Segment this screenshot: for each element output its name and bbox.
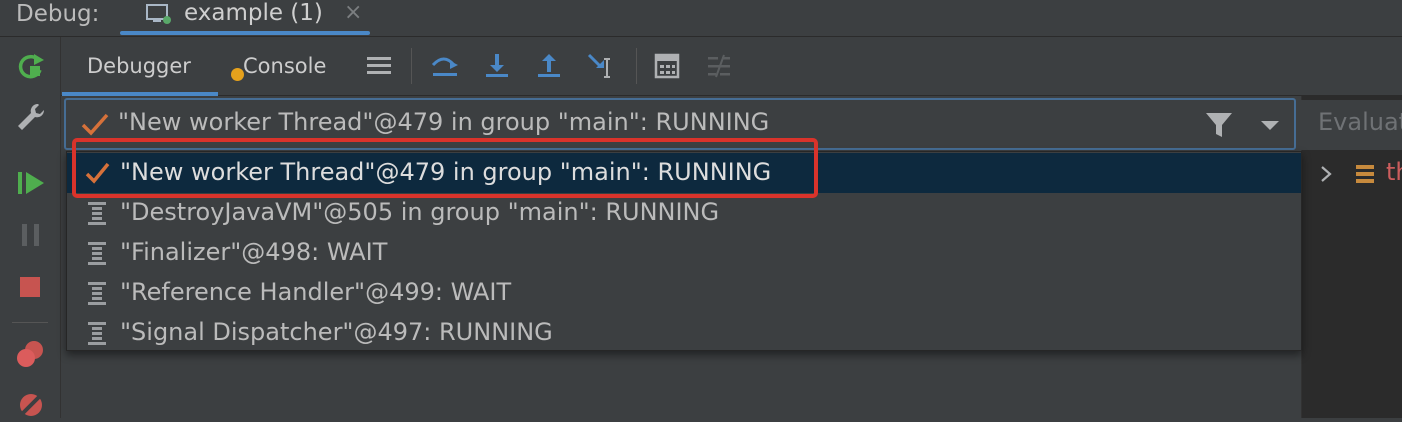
chevron-down-icon[interactable] <box>1258 114 1282 136</box>
layout-menu-icon[interactable] <box>364 51 394 81</box>
chevron-right-icon[interactable] <box>1316 162 1336 186</box>
thread-icon <box>88 322 106 345</box>
rail-separator <box>12 322 48 323</box>
trace-current-stream-chain-icon <box>708 54 730 78</box>
step-out-icon[interactable] <box>534 51 564 81</box>
variable-name: th <box>1386 158 1402 186</box>
variable-stack-icon <box>1356 165 1374 183</box>
thread-icon <box>88 282 106 305</box>
tool-window-title: Debug: <box>16 1 100 27</box>
run-session-tab-label: example (1) <box>184 0 323 26</box>
toolbar-separator <box>636 48 637 84</box>
show-execution-point-icon[interactable] <box>430 51 460 81</box>
thread-option-label: "DestroyJavaVM"@505 in group "main": RUN… <box>120 198 720 226</box>
thread-option-label: "Finalizer"@498: WAIT <box>120 238 388 266</box>
evaluate-placeholder: Evaluate <box>1318 108 1402 136</box>
thread-icon <box>88 202 106 225</box>
thread-option-label: "Reference Handler"@499: WAIT <box>120 278 512 306</box>
rerun-icon[interactable] <box>14 50 48 84</box>
resume-program-icon[interactable] <box>14 166 48 200</box>
step-into-icon[interactable] <box>482 51 512 81</box>
filter-icon[interactable] <box>1204 110 1234 140</box>
checkmark-icon <box>81 113 109 136</box>
wrench-icon[interactable] <box>14 100 48 134</box>
application-icon <box>146 4 171 24</box>
thread-icon <box>88 242 106 265</box>
active-tab-indicator <box>120 31 370 35</box>
tab-console[interactable]: Console <box>243 54 326 78</box>
thread-option-label: "Signal Dispatcher"@497: RUNNING <box>120 318 553 346</box>
pause-program-icon[interactable] <box>14 218 48 252</box>
close-icon[interactable]: × <box>344 0 362 26</box>
run-to-cursor-icon[interactable] <box>586 51 616 81</box>
mute-breakpoints-icon[interactable] <box>14 388 48 422</box>
annotation-highlight-box <box>72 138 818 198</box>
thread-selector-value: "New worker Thread"@479 in group "main":… <box>118 108 770 136</box>
tab-debugger-label: Debugger <box>87 54 191 78</box>
evaluate-expression-icon[interactable] <box>652 51 682 81</box>
view-breakpoints-icon[interactable] <box>14 336 48 370</box>
toolbar-separator <box>411 48 412 84</box>
stop-icon[interactable] <box>14 270 48 304</box>
